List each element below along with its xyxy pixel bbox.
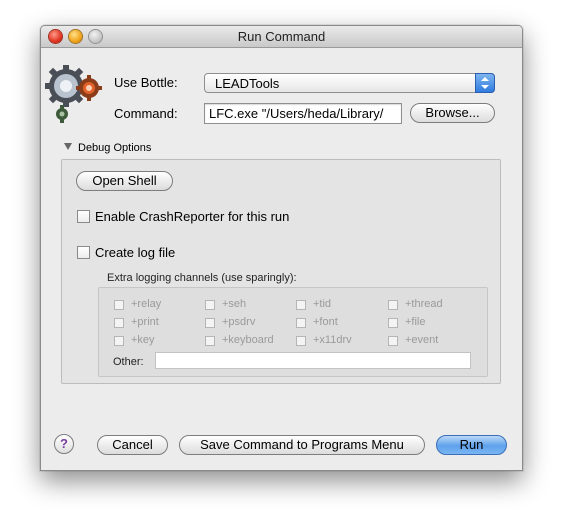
channel-checkbox[interactable] bbox=[296, 336, 306, 346]
channel-checkbox[interactable] bbox=[388, 336, 398, 346]
channel-checkbox[interactable] bbox=[296, 318, 306, 328]
window-title: Run Command bbox=[237, 29, 326, 44]
open-shell-button[interactable]: Open Shell bbox=[76, 171, 173, 191]
channel-checkbox[interactable] bbox=[388, 318, 398, 328]
channel-label: +x11drv bbox=[313, 334, 352, 346]
other-channels-field[interactable] bbox=[155, 352, 471, 369]
channel-label: +psdrv bbox=[222, 316, 256, 328]
channel-checkbox[interactable] bbox=[114, 300, 124, 310]
cancel-button[interactable]: Cancel bbox=[97, 435, 168, 455]
disclosure-triangle-icon bbox=[64, 143, 72, 150]
create-log-label: Create log file bbox=[95, 245, 176, 260]
channel-label: +relay bbox=[131, 298, 162, 310]
bottle-popup[interactable]: LEADTools bbox=[204, 73, 495, 93]
channel-label: +print bbox=[131, 316, 159, 328]
save-to-programs-menu-button[interactable]: Save Command to Programs Menu bbox=[179, 435, 425, 455]
bottle-label: Use Bottle: bbox=[114, 75, 178, 90]
channel-label: +font bbox=[313, 316, 338, 328]
channel-checkbox[interactable] bbox=[296, 300, 306, 310]
create-log-checkbox[interactable] bbox=[77, 246, 90, 259]
run-button[interactable]: Run bbox=[436, 435, 507, 455]
channel-checkbox[interactable] bbox=[205, 300, 215, 310]
channel-label: +event bbox=[405, 334, 439, 346]
bottle-value: LEADTools bbox=[215, 76, 280, 91]
channel-label: +thread bbox=[405, 298, 443, 310]
logging-channels-box: +relay +seh +tid +thread +print +psdrv +… bbox=[98, 287, 488, 377]
other-label: Other: bbox=[113, 356, 144, 368]
channel-checkbox[interactable] bbox=[388, 300, 398, 310]
gear-icon bbox=[45, 65, 102, 123]
channel-label: +file bbox=[405, 316, 426, 328]
command-label: Command: bbox=[114, 106, 178, 121]
channel-label: +seh bbox=[222, 298, 247, 310]
channel-label: +key bbox=[131, 334, 155, 346]
channel-checkbox[interactable] bbox=[114, 318, 124, 328]
extra-logging-label: Extra logging channels (use sparingly): bbox=[107, 272, 297, 284]
channel-checkbox[interactable] bbox=[205, 336, 215, 346]
channel-checkbox[interactable] bbox=[205, 318, 215, 328]
crash-reporter-checkbox[interactable] bbox=[77, 210, 90, 223]
channel-label: +tid bbox=[313, 298, 332, 310]
command-field[interactable]: LFC.exe "/Users/heda/Library/ bbox=[204, 103, 402, 124]
debug-options-toggle[interactable]: Debug Options bbox=[64, 142, 151, 154]
run-command-window: Run Command Use Bottle: LEADTools Comman… bbox=[40, 25, 523, 471]
channel-checkbox[interactable] bbox=[114, 336, 124, 346]
crash-reporter-label: Enable CrashReporter for this run bbox=[95, 209, 290, 224]
title-bar: Run Command bbox=[41, 26, 522, 48]
popup-stepper-icon bbox=[475, 73, 495, 93]
help-icon[interactable]: ? bbox=[54, 434, 74, 454]
debug-options-box: Open Shell Enable CrashReporter for this… bbox=[61, 159, 501, 384]
channel-label: +keyboard bbox=[222, 334, 274, 346]
browse-button[interactable]: Browse... bbox=[410, 103, 495, 123]
debug-options-label: Debug Options bbox=[78, 142, 152, 154]
